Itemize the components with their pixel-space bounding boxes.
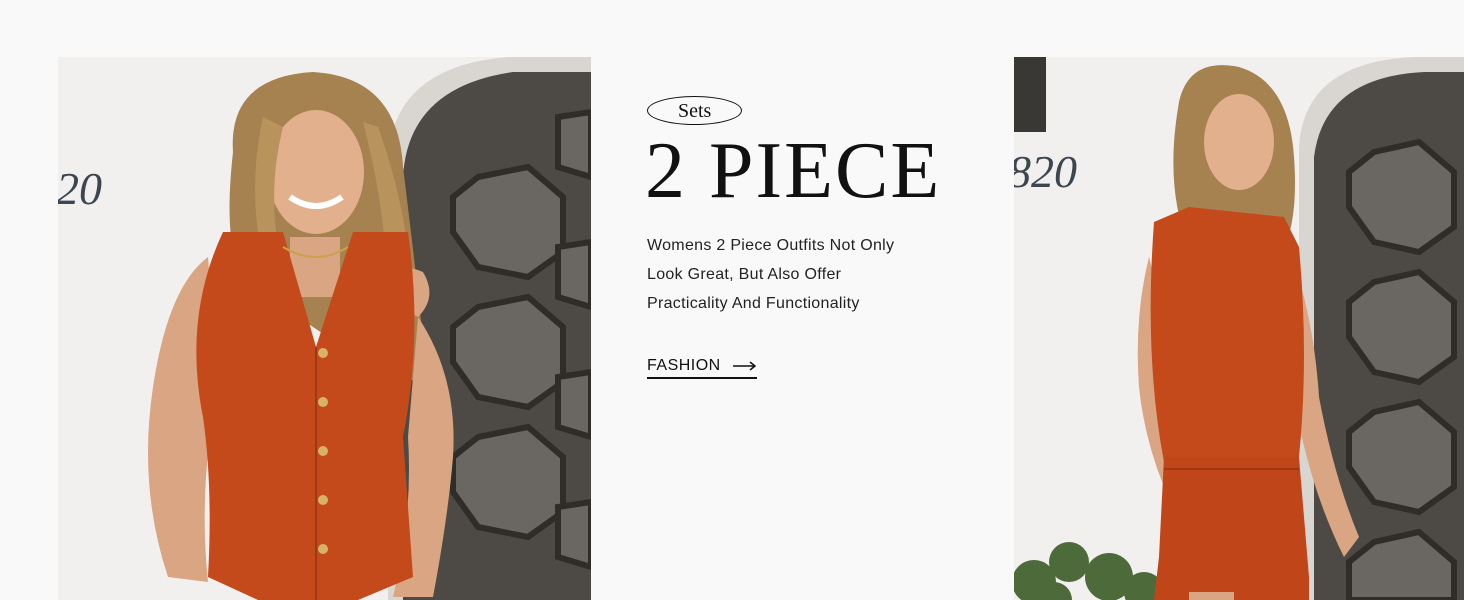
house-number-right: 820 (1014, 146, 1077, 197)
description-line: Look Great, But Also Offer (647, 266, 842, 283)
fashion-link-label: FASHION (647, 357, 721, 374)
banner-headline: 2 PIECE (645, 127, 942, 215)
category-tag: Sets (647, 96, 743, 125)
banner-description: Womens 2 Piece Outfits Not Only Look Gre… (647, 231, 987, 318)
description-line: Practicality And Functionality (647, 295, 860, 312)
description-line: Womens 2 Piece Outfits Not Only (647, 237, 895, 254)
model-back-image: 820 (1014, 57, 1464, 600)
banner-copy: Sets 2 PIECE Womens 2 Piece Outfits Not … (645, 96, 987, 379)
photo-model-back: 820 (1014, 57, 1464, 600)
fashion-link[interactable]: FASHION (647, 357, 757, 379)
photo-model-front: 20 (58, 57, 591, 600)
house-number-left: 20 (58, 163, 102, 214)
arrow-right-icon (732, 361, 756, 371)
model-front-image: 20 (58, 57, 591, 600)
